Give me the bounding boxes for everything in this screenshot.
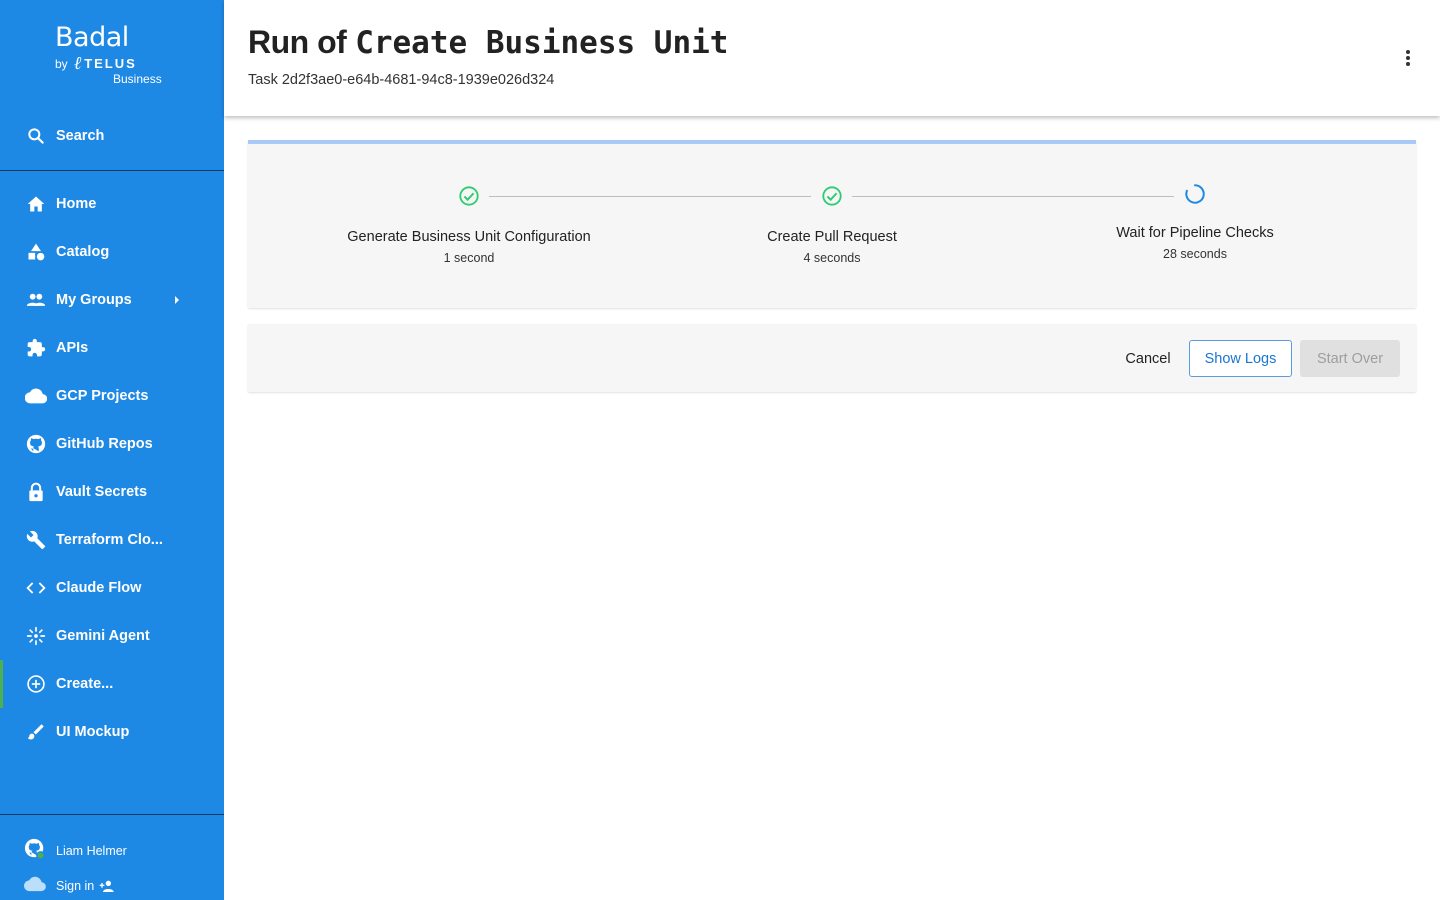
sign-in-label-wrap: Sign in bbox=[56, 879, 115, 893]
cancel-button[interactable]: Cancel bbox=[1116, 340, 1180, 377]
sparkle-icon bbox=[25, 625, 47, 647]
check-circle-icon bbox=[458, 185, 480, 207]
sidebar-item-label: Home bbox=[56, 196, 97, 212]
sidebar-search-label: Search bbox=[56, 128, 105, 144]
home-icon bbox=[25, 193, 47, 215]
sign-in-label: Sign in bbox=[56, 879, 95, 893]
task-stepper: Generate Business Unit Configuration 1 s… bbox=[248, 140, 1416, 308]
cloud-icon bbox=[24, 876, 46, 897]
shapes-icon bbox=[25, 241, 47, 263]
sidebar-item-label: Catalog bbox=[56, 244, 110, 260]
step-title: Create Pull Request bbox=[767, 229, 897, 245]
sidebar-item-label: Claude Flow bbox=[56, 580, 142, 596]
step-duration: 28 seconds bbox=[1163, 247, 1227, 261]
search-icon bbox=[25, 125, 47, 147]
more-options-button[interactable] bbox=[1396, 46, 1420, 70]
sidebar-item-label: GCP Projects bbox=[56, 388, 149, 404]
code-icon bbox=[25, 577, 47, 599]
page-title: Run of Create Business Unit bbox=[248, 24, 728, 61]
github-icon bbox=[25, 433, 47, 455]
sidebar-item-my-groups[interactable]: My Groups bbox=[0, 276, 224, 324]
logo-byline: by ℓ TELUS bbox=[55, 52, 175, 74]
sidebar-divider bbox=[0, 170, 224, 171]
sidebar-item-claude-flow[interactable]: Claude Flow bbox=[0, 564, 224, 612]
sidebar-item-label: Create... bbox=[56, 676, 114, 692]
sidebar-item-label: My Groups bbox=[56, 292, 132, 308]
sidebar-item-label: Gemini Agent bbox=[56, 628, 150, 644]
step-connector bbox=[852, 196, 1174, 197]
task-id: Task 2d2f3ae0-e64b-4681-94c8-1939e026d32… bbox=[248, 72, 555, 88]
puzzle-icon bbox=[25, 337, 47, 359]
task-actions: Cancel Show Logs Start Over bbox=[248, 324, 1416, 392]
sidebar-item-home[interactable]: Home bbox=[0, 180, 224, 228]
logo-division: Business bbox=[113, 72, 162, 86]
logo-company: TELUS bbox=[84, 56, 137, 71]
step-title: Generate Business Unit Configuration bbox=[347, 229, 591, 245]
sidebar: Badal by ℓ TELUS Business Search Home Ca… bbox=[0, 0, 224, 900]
github-avatar-icon bbox=[24, 838, 46, 865]
telus-mark-icon: ℓ bbox=[73, 52, 82, 74]
brush-icon bbox=[25, 721, 47, 743]
progress-fill bbox=[248, 140, 1416, 144]
show-logs-button[interactable]: Show Logs bbox=[1189, 340, 1292, 377]
sidebar-user[interactable]: Liam Helmer bbox=[0, 838, 224, 864]
wrench-icon bbox=[25, 529, 47, 551]
sidebar-item-vault-secrets[interactable]: Vault Secrets bbox=[0, 468, 224, 516]
sidebar-item-label: APIs bbox=[56, 340, 89, 356]
chevron-right-icon[interactable] bbox=[172, 293, 182, 312]
sidebar-item-label: UI Mockup bbox=[56, 724, 130, 740]
sidebar-item-label: Vault Secrets bbox=[56, 484, 148, 500]
add-circle-icon bbox=[25, 673, 47, 695]
sidebar-item-ui-mockup[interactable]: UI Mockup bbox=[0, 708, 224, 756]
step-duration: 1 second bbox=[443, 251, 495, 265]
step-connector bbox=[489, 196, 811, 197]
start-over-button[interactable]: Start Over bbox=[1300, 340, 1400, 377]
badal-telus-logo[interactable]: Badal by ℓ TELUS Business bbox=[55, 22, 175, 92]
group-icon bbox=[25, 289, 47, 311]
step-duration: 4 seconds bbox=[803, 251, 861, 265]
cloud-icon bbox=[25, 385, 47, 407]
template-name: Create Business Unit bbox=[355, 25, 729, 61]
sidebar-sign-in[interactable]: Sign in bbox=[0, 873, 224, 899]
check-circle-icon bbox=[821, 185, 843, 207]
more-vert-icon bbox=[1406, 50, 1410, 66]
user-name: Liam Helmer bbox=[56, 844, 127, 858]
sidebar-divider bbox=[0, 814, 224, 815]
sidebar-item-terraform-cloud[interactable]: Terraform Clo... bbox=[0, 516, 224, 564]
person-add-icon bbox=[99, 879, 115, 893]
sidebar-item-gemini-agent[interactable]: Gemini Agent bbox=[0, 612, 224, 660]
logo-by: by bbox=[55, 56, 68, 71]
main-content: Run of Create Business Unit Task 2d2f3ae… bbox=[224, 0, 1440, 900]
page-header: Run of Create Business Unit Task 2d2f3ae… bbox=[224, 0, 1440, 116]
logo-title: Badal bbox=[55, 22, 129, 53]
title-prefix: Run of bbox=[248, 24, 347, 60]
sidebar-item-github-repos[interactable]: GitHub Repos bbox=[0, 420, 224, 468]
loading-spinner-icon bbox=[1184, 183, 1206, 205]
step-title: Wait for Pipeline Checks bbox=[1116, 225, 1274, 241]
sidebar-item-create[interactable]: Create... bbox=[0, 660, 224, 708]
sidebar-item-label: Terraform Clo... bbox=[56, 532, 163, 548]
sidebar-item-apis[interactable]: APIs bbox=[0, 324, 224, 372]
sidebar-item-label: GitHub Repos bbox=[56, 436, 153, 452]
lock-icon bbox=[25, 481, 47, 503]
sidebar-item-catalog[interactable]: Catalog bbox=[0, 228, 224, 276]
progress-bar bbox=[248, 140, 1416, 144]
sidebar-search[interactable]: Search bbox=[0, 112, 224, 160]
sidebar-item-gcp-projects[interactable]: GCP Projects bbox=[0, 372, 224, 420]
